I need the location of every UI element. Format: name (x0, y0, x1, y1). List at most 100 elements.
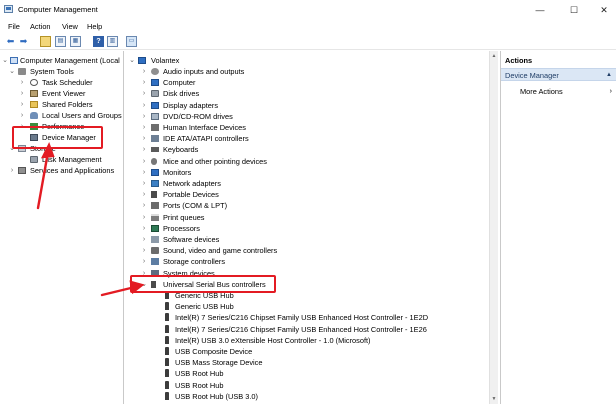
menu-action[interactable]: Action (30, 22, 51, 31)
device-category-item[interactable]: › Mice and other pointing devices (126, 156, 486, 167)
device-category-item[interactable]: › Print queues (126, 212, 486, 223)
more-actions-label: More Actions (520, 87, 563, 96)
expand-chevron-icon[interactable]: › (140, 223, 148, 234)
toolbar: ⬅ ➡ ▤ ▦ ? ▥ ▭ (0, 34, 616, 50)
collapse-chevron-icon[interactable]: ⌄ (128, 55, 136, 66)
tree-item-local-users-and-groups[interactable]: › Local Users and Groups (0, 110, 123, 121)
monitor-icon[interactable]: ▭ (126, 36, 137, 47)
processor-icon (151, 224, 159, 232)
expand-chevron-icon[interactable]: › (140, 66, 148, 77)
expand-chevron-icon[interactable]: › (140, 256, 148, 267)
device-category-item[interactable]: › Display adapters (126, 100, 486, 111)
minimize-button[interactable]: — (530, 3, 550, 17)
expand-chevron-icon[interactable]: ⌄ (8, 66, 16, 77)
vertical-scrollbar[interactable]: ▲ ▼ (489, 51, 498, 404)
usb-device-item[interactable]: USB Root Hub (USB 3.0) (126, 391, 486, 402)
scroll-down-icon[interactable]: ▼ (490, 394, 498, 404)
tree-item-event-viewer[interactable]: › Event Viewer (0, 88, 123, 99)
forward-arrow-icon[interactable]: ➡ (18, 36, 29, 47)
device-category-item[interactable]: › IDE ATA/ATAPI controllers (126, 133, 486, 144)
usb-device-item[interactable]: Generic USB Hub (126, 301, 486, 312)
device-category-item[interactable]: › DVD/CD-ROM drives (126, 111, 486, 122)
usb-plug-icon (165, 313, 169, 322)
collapse-caret-icon[interactable]: ▲ (606, 69, 612, 82)
expand-chevron-icon[interactable]: ⌄ (1, 55, 9, 66)
tree-item-computer-management[interactable]: ⌄ Computer Management (Local (0, 55, 123, 66)
expand-chevron-icon[interactable]: › (140, 189, 148, 200)
expand-chevron-icon[interactable]: › (18, 88, 26, 99)
action-pane-icon[interactable]: ▥ (107, 36, 118, 47)
scroll-up-icon[interactable]: ▲ (490, 51, 498, 61)
menu-view[interactable]: View (62, 22, 78, 31)
usb-device-label: USB Composite Device (175, 347, 253, 356)
expand-chevron-icon[interactable]: › (140, 100, 148, 111)
help-icon[interactable]: ? (93, 36, 104, 47)
device-category-label: Keyboards (163, 145, 199, 155)
disk-icon (151, 90, 159, 98)
usb-device-item[interactable]: USB Mass Storage Device (126, 357, 486, 368)
tree-item-shared-folders[interactable]: › Shared Folders (0, 99, 123, 110)
show-hide-tree-icon[interactable]: ▤ (55, 36, 66, 47)
device-category-item[interactable]: › Sound, video and game controllers (126, 245, 486, 256)
maximize-button[interactable]: ☐ (564, 3, 584, 17)
device-category-item[interactable]: › Ports (COM & LPT) (126, 200, 486, 211)
expand-chevron-icon[interactable]: › (18, 77, 26, 88)
expand-chevron-icon[interactable]: › (140, 167, 148, 178)
tree-item-disk-management[interactable]: Disk Management (0, 154, 123, 165)
usb-device-item[interactable]: Intel(R) 7 Series/C216 Chipset Family US… (126, 324, 486, 335)
expand-chevron-icon[interactable]: › (18, 110, 26, 121)
properties-icon[interactable]: ▦ (70, 36, 81, 47)
menu-help[interactable]: Help (87, 22, 102, 31)
expand-chevron-icon[interactable]: › (140, 212, 148, 223)
usb-device-item[interactable]: USB Composite Device (126, 346, 486, 357)
device-category-item[interactable]: › Network adapters (126, 178, 486, 189)
device-category-item[interactable]: › Human Interface Devices (126, 122, 486, 133)
expand-chevron-icon[interactable]: › (18, 99, 26, 110)
audio-icon (151, 68, 159, 75)
usb-device-item[interactable]: Intel(R) USB 3.0 eXtensible Host Control… (126, 335, 486, 346)
tree-item-task-scheduler[interactable]: › Task Scheduler (0, 77, 123, 88)
tree-item-services-and-applications[interactable]: › Services and Applications (0, 165, 123, 176)
menu-file[interactable]: File (8, 22, 20, 31)
usb-device-label: Intel(R) 7 Series/C216 Chipset Family US… (175, 313, 429, 323)
expand-chevron-icon[interactable]: › (140, 111, 148, 122)
device-category-item[interactable]: › Portable Devices (126, 189, 486, 200)
more-actions-item[interactable]: More Actions › (520, 86, 616, 97)
usb-device-item[interactable]: Intel(R) 7 Series/C216 Chipset Family US… (126, 312, 486, 323)
usb-plug-icon (165, 324, 169, 333)
device-category-item[interactable]: › Software devices (126, 234, 486, 245)
expand-chevron-icon[interactable]: › (140, 178, 148, 189)
device-category-item[interactable]: › Computer (126, 77, 486, 88)
device-category-label: Processors (163, 223, 200, 233)
expand-chevron-icon[interactable]: › (8, 165, 16, 176)
device-category-item[interactable]: › Monitors (126, 167, 486, 178)
usb-plug-icon (165, 391, 169, 400)
usb-device-item[interactable]: USB Root Hub (126, 380, 486, 391)
expand-chevron-icon[interactable]: › (140, 200, 148, 211)
expand-chevron-icon[interactable]: › (140, 144, 148, 155)
expand-chevron-icon[interactable]: › (140, 156, 148, 167)
device-root-volantex[interactable]: ⌄ Volantex (126, 55, 486, 66)
device-category-item[interactable]: › Storage controllers (126, 256, 486, 267)
device-category-label: DVD/CD-ROM drives (163, 111, 233, 121)
device-category-item[interactable]: › Audio inputs and outputs (126, 66, 486, 77)
expand-chevron-icon[interactable]: › (140, 133, 148, 144)
back-arrow-icon[interactable]: ⬅ (5, 36, 16, 47)
tree-item-label: Event Viewer (42, 89, 86, 98)
usb-device-label: Intel(R) USB 3.0 eXtensible Host Control… (175, 335, 371, 345)
actions-section-device-manager[interactable]: Device Manager ▲ (501, 68, 616, 81)
expand-chevron-icon[interactable]: › (140, 77, 148, 88)
tree-item-system-tools[interactable]: ⌄ System Tools (0, 66, 123, 77)
up-folder-icon[interactable] (40, 36, 51, 47)
expand-chevron-icon[interactable]: › (140, 122, 148, 133)
usb-device-item[interactable]: USB Root Hub (126, 368, 486, 379)
device-category-item[interactable]: › Processors (126, 223, 486, 234)
device-category-item[interactable]: › Disk drives (126, 88, 486, 99)
device-category-label: Mice and other pointing devices (163, 156, 267, 166)
actions-pane: Actions Device Manager ▲ More Actions › (500, 51, 616, 404)
device-category-item[interactable]: › Keyboards (126, 144, 486, 155)
expand-chevron-icon[interactable]: › (140, 234, 148, 245)
expand-chevron-icon[interactable]: › (140, 88, 148, 99)
expand-chevron-icon[interactable]: › (140, 245, 148, 256)
close-button[interactable]: ✕ (594, 3, 614, 17)
